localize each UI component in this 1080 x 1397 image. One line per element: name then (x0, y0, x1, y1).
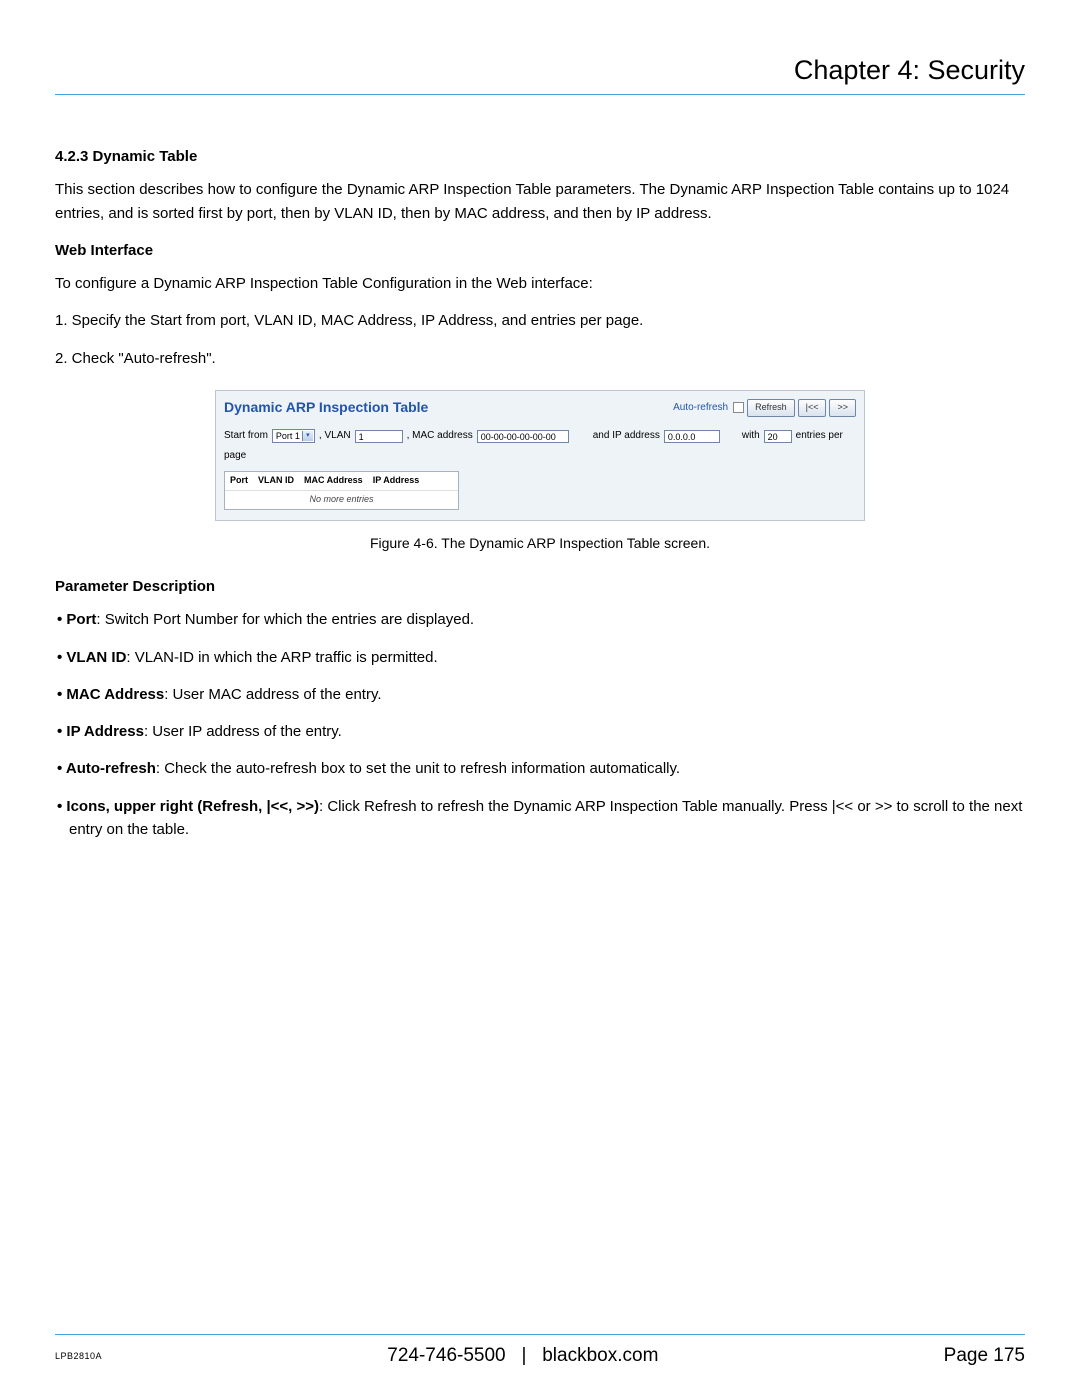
section-heading: 4.2.3 Dynamic Table (55, 145, 1025, 168)
app-screenshot: Dynamic ARP Inspection Table Auto-refres… (215, 390, 865, 522)
param-desc-heading: Parameter Description (55, 575, 1025, 598)
refresh-button[interactable]: Refresh (747, 399, 795, 417)
col-vlan: VLAN ID (253, 472, 299, 490)
param-mac: MAC Address: User MAC address of the ent… (55, 683, 1025, 706)
filter-mac-label: , MAC address (407, 428, 473, 444)
page-first-button[interactable]: |<< (798, 399, 827, 417)
col-mac: MAC Address (299, 472, 368, 490)
param-vlan: VLAN ID: VLAN-ID in which the ARP traffi… (55, 646, 1025, 669)
ip-input[interactable]: 0.0.0.0 (664, 430, 720, 443)
entries-input[interactable]: 20 (764, 430, 792, 443)
filter-page-label: page (224, 448, 856, 464)
param-icons: Icons, upper right (Refresh, |<<, >>): C… (55, 795, 1025, 842)
auto-refresh-label: Auto-refresh (673, 400, 728, 416)
footer-page-number: Page 175 (944, 1345, 1025, 1367)
chevron-down-icon: ▾ (302, 431, 313, 441)
app-title: Dynamic ARP Inspection Table (224, 397, 428, 419)
filter-entries-per-label: entries per (796, 428, 843, 444)
mac-input[interactable]: 00-00-00-00-00-00 (477, 430, 569, 443)
page-next-button[interactable]: >> (829, 399, 856, 417)
param-port: Port: Switch Port Number for which the e… (55, 608, 1025, 631)
param-ip: IP Address: User IP address of the entry… (55, 720, 1025, 743)
footer-model: LPB2810A (55, 1351, 102, 1361)
filter-ip-label: and IP address (593, 428, 660, 444)
page-footer: LPB2810A 724-746-5500 | blackbox.com Pag… (55, 1334, 1025, 1367)
footer-contact: 724-746-5500 | blackbox.com (387, 1345, 658, 1367)
web-interface-heading: Web Interface (55, 239, 1025, 262)
web-interface-lead: To configure a Dynamic ARP Inspection Ta… (55, 272, 1025, 295)
step-2: 2. Check "Auto-refresh". (55, 347, 1025, 370)
auto-refresh-checkbox[interactable] (733, 402, 744, 413)
col-port: Port (225, 472, 253, 490)
filter-start-from-label: Start from (224, 428, 268, 444)
port-select-value: Port 1 (276, 430, 300, 442)
table-empty-row: No more entries (225, 490, 458, 509)
step-1: 1. Specify the Start from port, VLAN ID,… (55, 309, 1025, 332)
filter-row: Start from Port 1 ▾ , VLAN 1 , MAC addre… (224, 428, 856, 444)
param-auto-refresh: Auto-refresh: Check the auto-refresh box… (55, 757, 1025, 780)
port-select[interactable]: Port 1 ▾ (272, 429, 315, 443)
col-ip: IP Address (368, 472, 425, 490)
filter-vlan-label: , VLAN (319, 428, 351, 444)
chapter-title: Chapter 4: Security (55, 55, 1025, 95)
arp-table: Port VLAN ID MAC Address IP Address No m… (224, 471, 459, 510)
figure-caption: Figure 4-6. The Dynamic ARP Inspection T… (55, 533, 1025, 555)
vlan-input[interactable]: 1 (355, 430, 403, 443)
intro-paragraph: This section describes how to configure … (55, 178, 1025, 225)
filter-with-label: with (742, 428, 760, 444)
